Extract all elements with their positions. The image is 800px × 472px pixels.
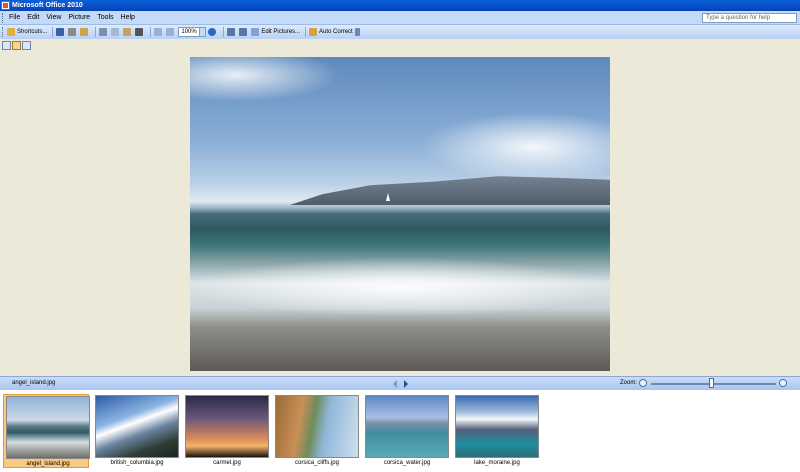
menu-bar: File Edit View Picture Tools Help Type a… (0, 11, 800, 25)
standard-toolbar: Shortcuts... 100% Edit Pictures... Auto … (0, 25, 800, 39)
toolbar-separator (305, 27, 307, 37)
current-file-name: angel_island.jpg (12, 380, 56, 386)
zoom-slider-thumb[interactable] (709, 378, 714, 388)
redo-button[interactable] (166, 27, 176, 38)
previous-picture-icon[interactable] (393, 380, 397, 388)
toolbar-separator (150, 27, 152, 37)
redo-icon (166, 28, 175, 36)
save-button[interactable] (56, 27, 66, 38)
help-button[interactable] (208, 27, 218, 38)
copy-icon (111, 28, 120, 36)
auto-correct-button[interactable]: Auto Correct (309, 27, 353, 38)
toolbar-separator (223, 27, 225, 37)
single-picture-view-icon[interactable] (22, 40, 31, 50)
rotate-right-icon (239, 28, 248, 36)
thumbnail-carmel[interactable]: carmel.jpg (183, 394, 269, 468)
help-icon (208, 28, 217, 36)
paste-button[interactable] (123, 27, 133, 38)
shortcuts-button[interactable]: Shortcuts... (7, 27, 47, 38)
filmstrip-view-icon[interactable] (12, 40, 21, 50)
save-icon (56, 28, 65, 36)
auto-correct-icon (309, 28, 318, 36)
delete-icon (135, 28, 144, 36)
thumbnail-caption: angel_island.jpg (26, 461, 70, 467)
thumbnail-caption: carmel.jpg (213, 460, 241, 466)
toolbar-options-button[interactable] (354, 27, 362, 38)
cut-button[interactable] (99, 27, 109, 38)
email-icon (80, 28, 89, 36)
thumbnail-angel-island[interactable]: angel_island.jpg (3, 394, 90, 468)
filmstrip: angel_island.jpg british_columbia.jpg ca… (0, 390, 800, 472)
chevron-down-icon[interactable] (199, 28, 206, 36)
main-picture[interactable] (190, 57, 610, 371)
shortcuts-icon (7, 28, 15, 36)
undo-button[interactable] (154, 27, 164, 38)
menu-file[interactable]: File (9, 14, 20, 21)
thumbnail-image (455, 395, 539, 458)
auto-correct-label: Auto Correct (319, 29, 353, 35)
toolbar-grip-handle[interactable] (2, 27, 5, 37)
navigation-bar: angel_island.jpg Zoom: (0, 376, 800, 390)
zoom-out-icon[interactable] (639, 379, 647, 387)
thumbnail-image (6, 396, 90, 459)
thumbnail-caption: corsica_cliffs.jpg (295, 460, 339, 466)
edit-pictures-icon (251, 28, 260, 36)
edit-pictures-label: Edit Pictures... (261, 29, 301, 35)
zoom-combo-value: 100% (181, 29, 197, 35)
toolbar-options-icon (354, 28, 360, 36)
undo-icon (154, 28, 163, 36)
thumbnail-british-columbia[interactable]: british_columbia.jpg (93, 394, 179, 468)
thumbnail-lake-moraine[interactable]: lake_moraine.jpg (453, 394, 539, 468)
menu-edit[interactable]: Edit (27, 14, 39, 21)
thumbnail-image (275, 395, 359, 458)
email-button[interactable] (80, 27, 90, 38)
thumbnail-view-icon[interactable] (2, 40, 11, 50)
edit-pictures-button[interactable]: Edit Pictures... (251, 27, 300, 38)
delete-button[interactable] (135, 27, 145, 38)
zoom-label: Zoom: (620, 380, 638, 386)
toolbar-separator (52, 27, 54, 37)
thumbnail-image (185, 395, 269, 458)
zoom-in-icon[interactable] (779, 379, 787, 387)
print-icon (68, 28, 77, 36)
menu-help[interactable]: Help (121, 14, 135, 21)
thumbnail-image (365, 395, 449, 458)
menu-tools[interactable]: Tools (97, 14, 113, 21)
zoom-combo[interactable]: 100% (178, 27, 207, 37)
cut-icon (99, 28, 108, 36)
picture-canvas (0, 51, 800, 376)
thumbnail-caption: british_columbia.jpg (110, 460, 164, 466)
rotate-left-icon (227, 28, 236, 36)
thumbnail-caption: corsica_water.jpg (383, 460, 431, 466)
next-picture-icon[interactable] (404, 380, 408, 388)
menu-view[interactable]: View (46, 14, 61, 21)
menu-grip-handle[interactable] (2, 12, 6, 23)
thumbnail-image (95, 395, 179, 458)
toolbar-separator (95, 27, 97, 37)
menu-picture[interactable]: Picture (68, 14, 90, 21)
shortcuts-label: Shortcuts... (17, 29, 48, 35)
window-title: Microsoft Office 2010 (12, 2, 83, 9)
thumbnail-corsica-water[interactable]: corsica_water.jpg (363, 394, 449, 468)
rotate-right-button[interactable] (239, 27, 249, 38)
view-mode-strip (0, 39, 800, 51)
thumbnail-corsica-cliffs[interactable]: corsica_cliffs.jpg (273, 394, 359, 468)
copy-button[interactable] (111, 27, 121, 38)
title-bar: Microsoft Office 2010 (0, 0, 800, 11)
office-app-icon (1, 1, 10, 10)
photo-cloud (190, 57, 340, 102)
photo-surf (190, 257, 610, 317)
paste-icon (123, 28, 132, 36)
thumbnail-caption: lake_moraine.jpg (474, 460, 520, 466)
help-search-input[interactable]: Type a question for help (702, 13, 797, 23)
print-button[interactable] (68, 27, 78, 38)
photo-cloud (420, 112, 610, 182)
rotate-left-button[interactable] (227, 27, 237, 38)
